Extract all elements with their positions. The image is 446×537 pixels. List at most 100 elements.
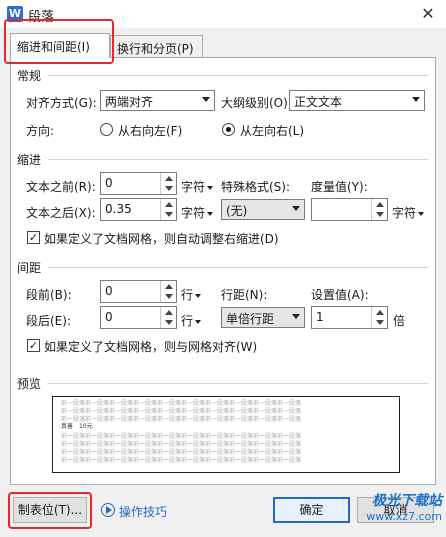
spinner[interactable] [160, 281, 176, 302]
direction-label: 方向: [26, 124, 55, 138]
spin-up-icon[interactable] [165, 310, 173, 315]
preview-filler-line: 前一段落前一段落前一段落前一段落前一段落前一段落前一段落前一段落前一段落前一段落 [61, 441, 302, 448]
indent-before-unit[interactable]: 字符 [181, 178, 214, 195]
spin-down-icon[interactable] [376, 320, 384, 325]
chevron-down-icon [207, 211, 214, 216]
chevron-down-icon [418, 211, 425, 216]
section-indent-title: 缩进 [17, 153, 42, 167]
highlight-box-tab [4, 19, 114, 64]
preview-filler-line: 前一段落前一段落前一段落前一段落前一段落前一段落前一段落前一段落前一段落前一段落 [61, 457, 302, 464]
tab-line-page-breaks[interactable]: 换行和分页(P) [110, 35, 203, 58]
special-format-value: (无) [226, 204, 248, 218]
section-preview-title: 预览 [17, 377, 42, 391]
spin-up-icon[interactable] [165, 284, 173, 289]
chevron-down-icon [195, 293, 202, 298]
space-before-value: 0 [105, 284, 113, 298]
spin-down-icon[interactable] [165, 212, 173, 217]
setting-value: 1 [316, 310, 324, 324]
highlight-box-tabs-button [8, 492, 92, 529]
tab-line-page-breaks-label: 换行和分页(P) [117, 42, 194, 56]
spin-up-icon[interactable] [165, 202, 173, 207]
ltr-radio[interactable] [222, 123, 235, 136]
divider [48, 267, 428, 268]
watermark-brand: 极光下载站 [372, 493, 442, 509]
indent-after-unit[interactable]: 字符 [181, 204, 214, 221]
divider [48, 75, 428, 76]
spinner[interactable] [160, 173, 176, 194]
preview-filler-line: 前一段落前一段落前一段落前一段落前一段落前一段落前一段落前一段落前一段落前一段落 [61, 408, 302, 415]
play-icon[interactable] [101, 503, 115, 517]
spinner[interactable] [371, 307, 387, 328]
space-after-unit[interactable]: 行 [181, 312, 202, 329]
spin-up-icon[interactable] [376, 202, 384, 207]
close-icon[interactable]: ✕ [418, 4, 438, 24]
spin-down-icon[interactable] [165, 320, 173, 325]
alignment-value: 两端对齐 [105, 95, 154, 109]
watermark-url: www.xz7.com [366, 510, 442, 523]
spin-up-icon[interactable] [376, 310, 384, 315]
chevron-down-icon [207, 185, 214, 190]
indent-before-value: 0 [105, 176, 113, 190]
indent-before-label: 文本之前(R): [26, 180, 96, 194]
rtl-radio[interactable] [100, 123, 113, 136]
unit-text: 字符 [181, 180, 206, 194]
line-spacing-label: 行距(N): [221, 288, 268, 302]
setting-value-unit: 倍 [393, 314, 406, 328]
spin-down-icon[interactable] [165, 294, 173, 299]
alignment-label: 对齐方式(G): [26, 96, 97, 110]
outline-level-label: 大纲级别(O): [221, 96, 292, 110]
spin-down-icon[interactable] [165, 186, 173, 191]
indent-after-value: 0.35 [105, 202, 132, 216]
auto-adjust-label[interactable]: 如果定义了文档网格，则自动调整右缩进(D) [44, 230, 279, 247]
section-spacing-title: 间距 [17, 261, 42, 275]
outline-level-select[interactable]: 正文文本 [289, 90, 425, 111]
line-spacing-value: 单倍行距 [226, 312, 275, 326]
indent-after-input[interactable]: 0.35 [100, 198, 177, 221]
snap-grid-checkbox[interactable]: ✓ [27, 339, 40, 352]
space-before-label: 段前(B): [26, 288, 72, 302]
chevron-down-icon [412, 97, 420, 102]
spinner[interactable] [160, 199, 176, 220]
unit-text: 字符 [392, 206, 417, 220]
preview-box: 前一段落前一段落前一段落前一段落前一段落前一段落前一段落前一段落前一段落前一段落… [52, 396, 400, 473]
rtl-label[interactable]: 从右向左(F) [118, 122, 182, 139]
preview-filler-line: 前一段落前一段落前一段落前一段落前一段落前一段落前一段落前一段落前一段落前一段落 [61, 449, 302, 456]
space-before-unit[interactable]: 行 [181, 286, 202, 303]
unit-text: 字符 [181, 206, 206, 220]
special-format-select[interactable]: (无) [221, 199, 305, 220]
preview-filler-line: 前一段落前一段落前一段落前一段落前一段落前一段落前一段落前一段落前一段落前一段落 [61, 416, 302, 423]
chevron-down-icon [292, 206, 300, 211]
measure-input[interactable] [311, 198, 388, 221]
chevron-down-icon [292, 314, 300, 319]
spin-down-icon[interactable] [376, 212, 384, 217]
alignment-select[interactable]: 两端对齐 [100, 90, 215, 111]
space-after-label: 段后(E): [26, 314, 71, 328]
preview-sample-text: 真善 10元 [61, 423, 93, 430]
preview-filler-line: 前一段落前一段落前一段落前一段落前一段落前一段落前一段落前一段落前一段落前一段落 [61, 433, 302, 440]
setting-value-label: 设置值(A): [311, 288, 369, 302]
divider [48, 383, 428, 384]
space-after-input[interactable]: 0 [100, 306, 177, 329]
auto-adjust-checkbox[interactable]: ✓ [27, 231, 40, 244]
preview-filler-line: 前一段落前一段落前一段落前一段落前一段落前一段落前一段落前一段落前一段落前一段落 [61, 400, 302, 407]
ltr-label[interactable]: 从左向右(L) [240, 122, 304, 139]
spinner[interactable] [371, 199, 387, 220]
line-spacing-select[interactable]: 单倍行距 [221, 307, 305, 328]
tips-link[interactable]: 操作技巧 [119, 503, 167, 520]
chevron-down-icon [195, 319, 202, 324]
chevron-down-icon [202, 97, 210, 102]
special-format-label: 特殊格式(S): [221, 180, 291, 194]
unit-text: 行 [181, 314, 194, 328]
spinner[interactable] [160, 307, 176, 328]
divider [48, 159, 428, 160]
space-after-value: 0 [105, 310, 113, 324]
section-general-title: 常规 [17, 69, 42, 83]
indent-before-input[interactable]: 0 [100, 172, 177, 195]
spin-up-icon[interactable] [165, 176, 173, 181]
snap-grid-label[interactable]: 如果定义了文档网格，则与网格对齐(W) [44, 338, 257, 355]
space-before-input[interactable]: 0 [100, 280, 177, 303]
unit-text: 行 [181, 288, 194, 302]
setting-value-input[interactable]: 1 [311, 306, 388, 329]
measure-label: 度量值(Y): [311, 180, 368, 194]
measure-unit[interactable]: 字符 [392, 204, 425, 221]
